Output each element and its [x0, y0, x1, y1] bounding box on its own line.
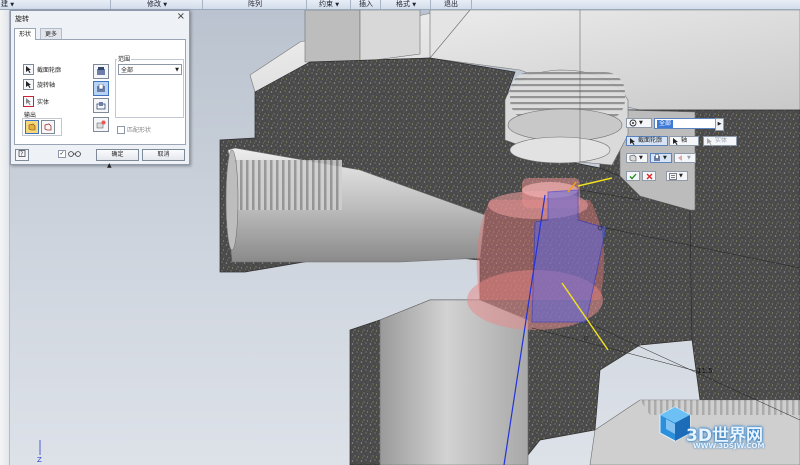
- preview-toggle[interactable]: ✓: [58, 149, 88, 158]
- mini-ok-button[interactable]: [626, 171, 640, 181]
- ribbon-bar: 建 ▼ 修改 ▼ 阵列 约束 ▼ 插入 格式 ▼ 退出: [0, 0, 800, 10]
- ribbon-group-insert[interactable]: 插入: [350, 0, 381, 9]
- dropdown-arrow-icon: ▼: [663, 155, 667, 161]
- cut-operation-icon[interactable]: [93, 81, 109, 96]
- glasses-icon: [68, 151, 81, 157]
- cursor-arrow-icon: [23, 78, 34, 90]
- help-icon: ?: [18, 150, 26, 158]
- menu-icon: [669, 172, 677, 180]
- dropdown-arrow-icon: ▼: [335, 2, 340, 8]
- mini-profile-button[interactable]: 截面轮廓: [626, 136, 668, 146]
- expand-arrow-icon[interactable]: ▲: [107, 163, 112, 169]
- ok-button[interactable]: 确定: [96, 149, 139, 161]
- mini-direction-button[interactable]: ▼: [674, 153, 696, 163]
- watermark-url: WWW.3DSJW.COM: [693, 442, 765, 450]
- dialog-title: 旋转: [15, 15, 29, 23]
- gear-icon: [629, 119, 637, 127]
- ribbon-group-exit[interactable]: 退出: [430, 0, 472, 9]
- mini-axis-button[interactable]: 轴: [669, 136, 699, 146]
- direction-icon: [678, 155, 682, 161]
- axis-selector[interactable]: 旋转轴: [23, 78, 55, 90]
- join-operation-icon[interactable]: [93, 64, 109, 79]
- mini-cancel-button[interactable]: [642, 171, 656, 181]
- dimension-label[interactable]: 11.5: [697, 367, 713, 375]
- mini-operation-button[interactable]: ▼: [650, 153, 672, 163]
- dropdown-arrow-icon: ▼: [639, 120, 643, 126]
- cancel-button[interactable]: 取消: [142, 149, 185, 161]
- mini-options-button[interactable]: ▼: [626, 118, 652, 128]
- ribbon-group-constraint[interactable]: 约束 ▼: [306, 0, 351, 9]
- axis-z-label: Z: [37, 456, 42, 464]
- new-solid-icon[interactable]: [93, 117, 109, 132]
- close-icon: [646, 173, 652, 179]
- dropdown-arrow-icon: ▼: [10, 2, 15, 8]
- mini-menu-button[interactable]: ▼: [666, 171, 688, 181]
- shape-tab-panel: 截面轮廓 旋转轴 实体 输出 范围 全部 ▼ 匹配形状: [14, 39, 186, 145]
- chevron-down-icon: ▼: [175, 67, 179, 73]
- revolve-dialog[interactable]: 旋转 × 形状 更多 截面轮廓 旋转轴 实体 输出 范围 全部 ▼ 匹配形状 ?…: [10, 10, 190, 169]
- ribbon-group-create[interactable]: 建 ▼: [0, 0, 41, 9]
- browser-panel-edge: [0, 9, 10, 465]
- svg-text:?: ?: [20, 152, 23, 158]
- cursor-arrow-icon: [630, 137, 635, 145]
- extents-label: 范围: [117, 54, 132, 63]
- preview-checkbox[interactable]: ✓: [58, 149, 66, 158]
- mini-output-button[interactable]: ▼: [626, 153, 648, 163]
- solid-selector[interactable]: 实体: [23, 95, 49, 107]
- check-icon: [629, 173, 637, 179]
- match-shape-option[interactable]: 匹配形状: [117, 125, 151, 134]
- angle-spin-button[interactable]: ▶: [715, 118, 724, 131]
- output-surface-icon[interactable]: [41, 120, 55, 134]
- dropdown-arrow-icon: ▼: [639, 155, 643, 161]
- profile-selector[interactable]: 截面轮廓: [23, 63, 61, 75]
- dropdown-arrow-icon: ▼: [412, 2, 417, 8]
- ribbon-group-format[interactable]: 格式 ▼: [380, 0, 431, 9]
- solid-output-icon: [629, 154, 637, 162]
- cursor-arrow-icon: [673, 137, 678, 145]
- ribbon-group-pattern[interactable]: 阵列: [202, 0, 307, 9]
- mini-solid-button[interactable]: 实体: [703, 136, 737, 146]
- close-icon[interactable]: ×: [177, 12, 185, 22]
- dropdown-arrow-icon: ▼: [163, 2, 168, 8]
- dropdown-arrow-icon: ▼: [679, 173, 683, 179]
- intersect-operation-icon[interactable]: [93, 98, 109, 113]
- output-solid-icon[interactable]: [25, 120, 39, 134]
- help-button[interactable]: ?: [15, 149, 29, 161]
- cut-operation-icon: [654, 154, 660, 161]
- ribbon-group-modify[interactable]: 修改 ▼: [110, 0, 203, 9]
- angle-input[interactable]: 全部: [654, 118, 716, 129]
- cursor-arrow-icon: [707, 137, 712, 145]
- cursor-arrow-icon: [23, 95, 34, 107]
- match-shape-checkbox[interactable]: [117, 125, 125, 134]
- extents-dropdown[interactable]: 全部 ▼: [118, 64, 182, 75]
- tab-shape[interactable]: 形状: [14, 28, 37, 40]
- cursor-arrow-icon: [23, 63, 34, 75]
- dropdown-arrow-icon: ▼: [687, 155, 691, 161]
